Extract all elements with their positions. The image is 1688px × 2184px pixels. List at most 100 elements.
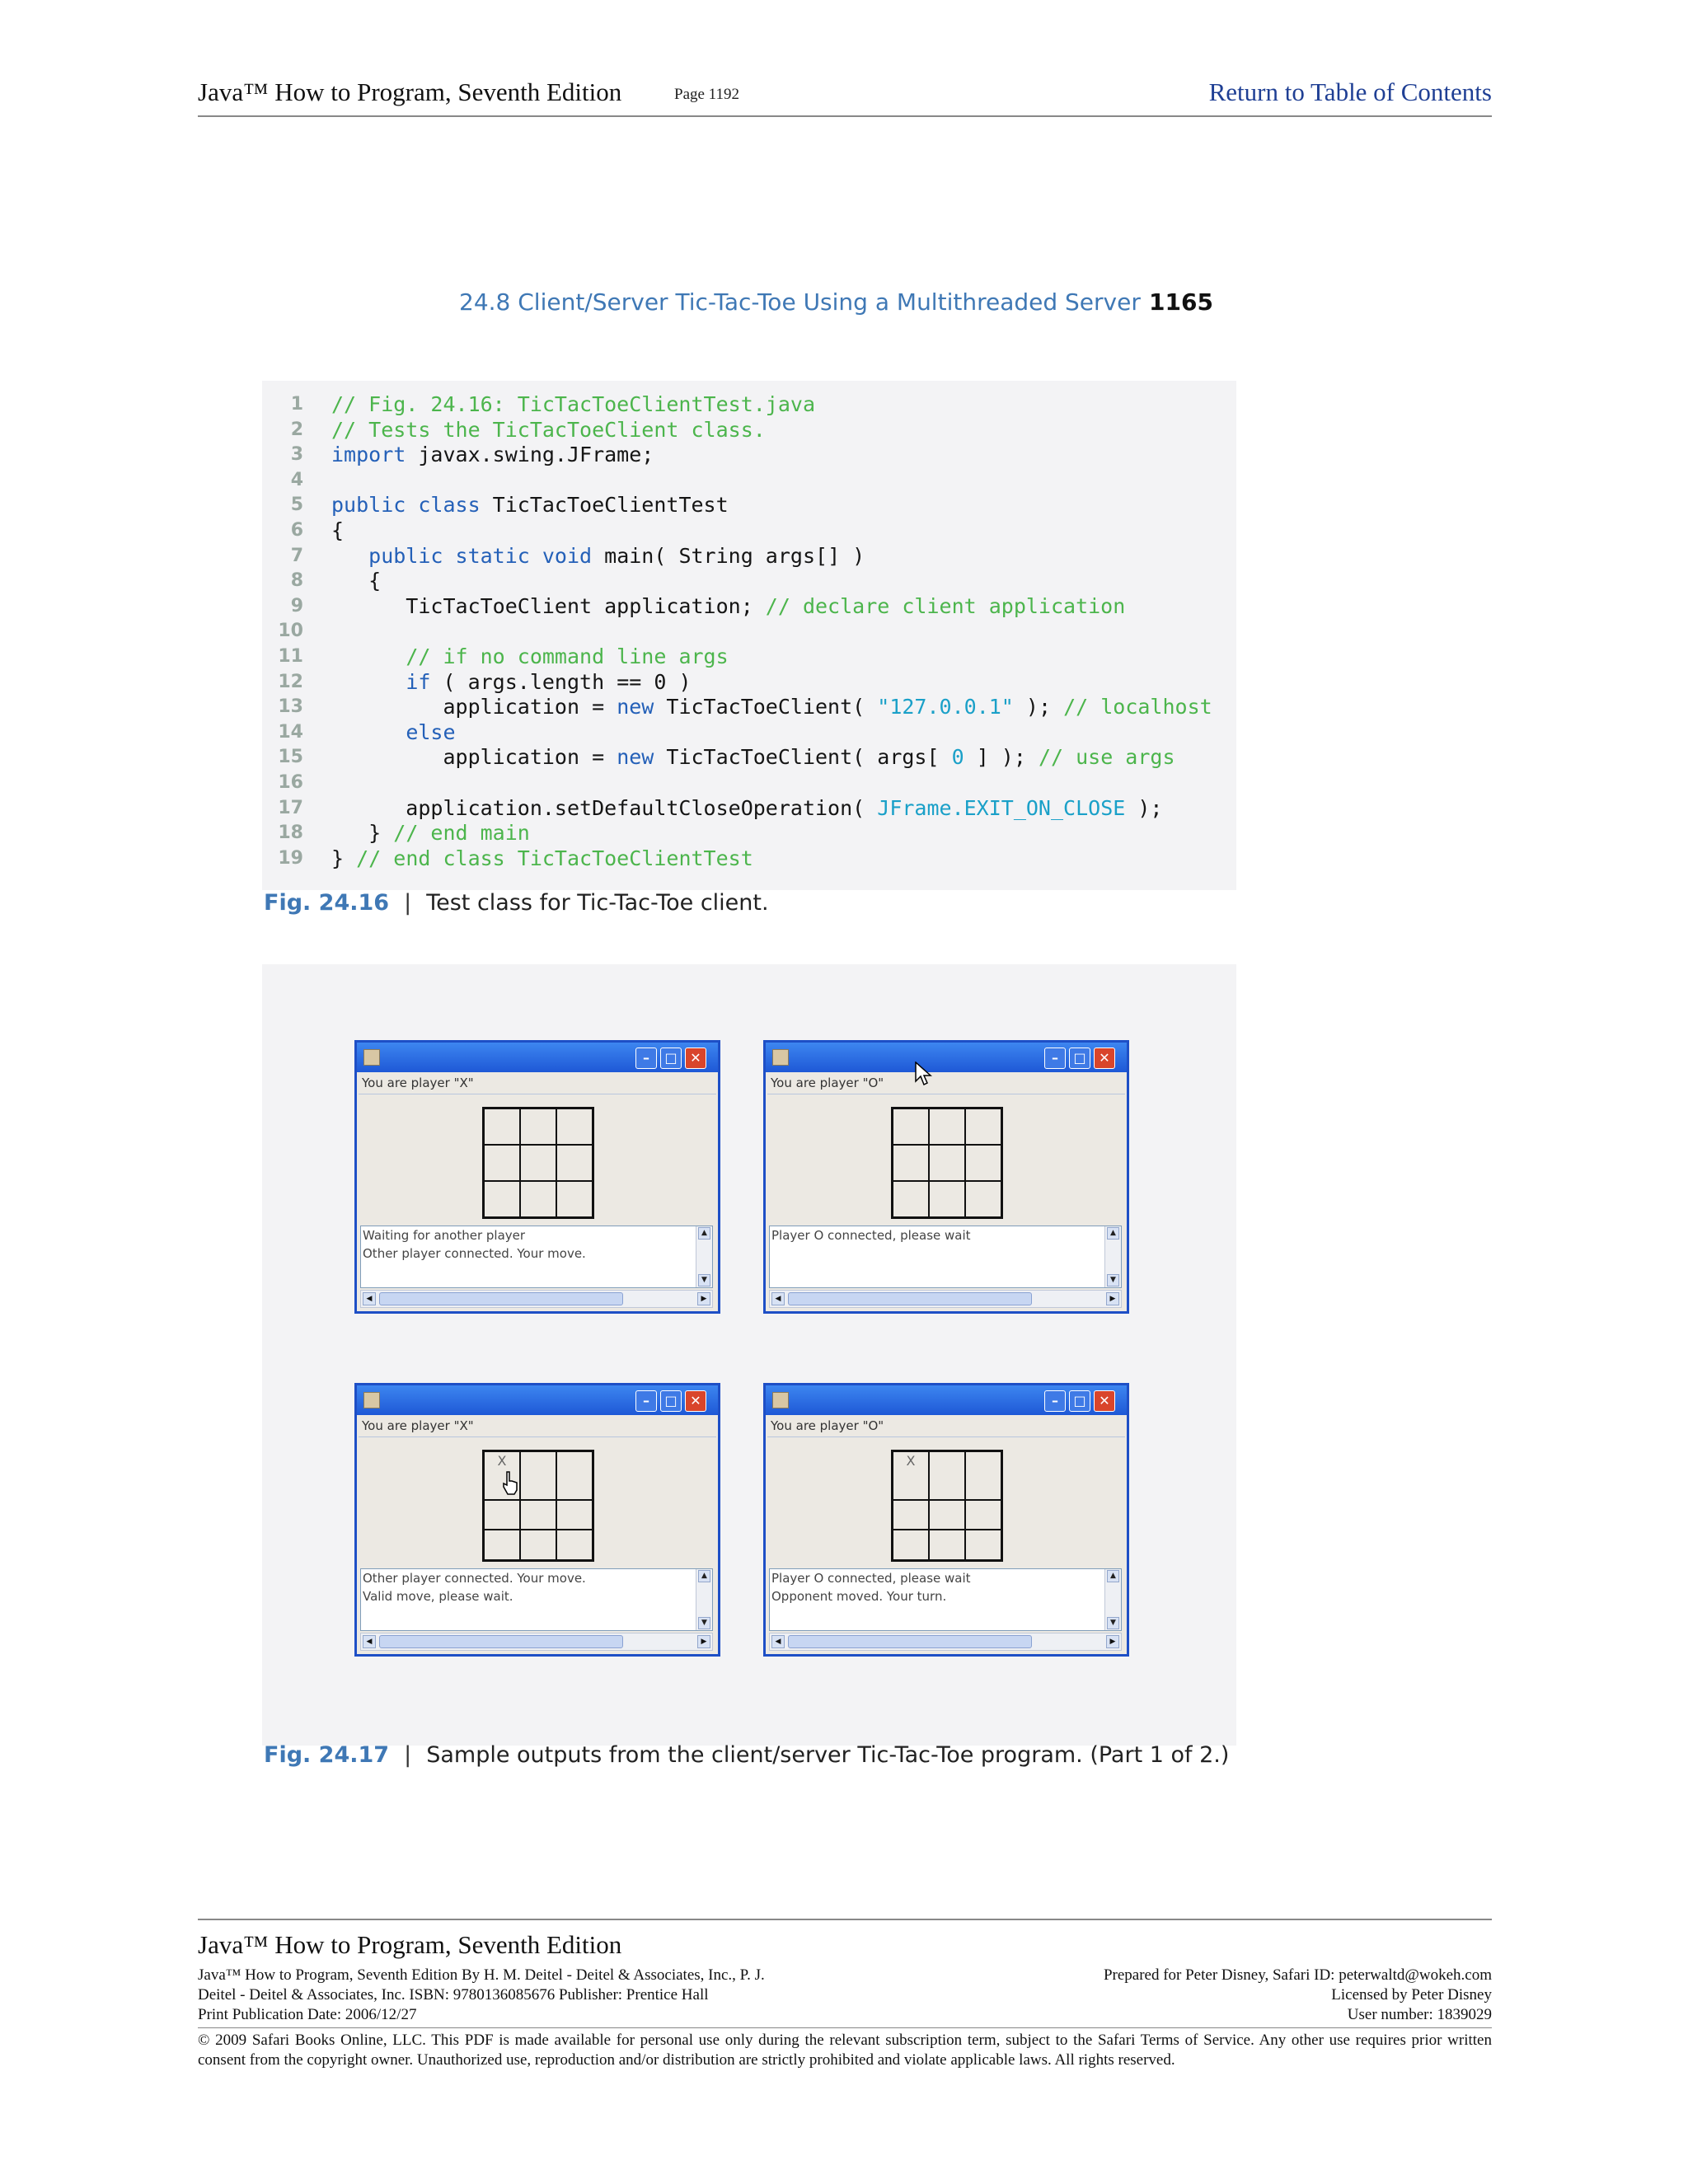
board-square[interactable] (556, 1451, 593, 1500)
page-indicator: Page 1192 (674, 86, 739, 103)
close-button[interactable]: ✕ (685, 1390, 706, 1412)
scroll-right-icon[interactable]: ▶ (697, 1635, 710, 1648)
horizontal-scrollbar[interactable]: ◀ ▶ (360, 1633, 713, 1651)
scroll-right-icon[interactable]: ▶ (697, 1292, 710, 1305)
message-text-area[interactable]: ▲ ▼ Player O connected, please wait (769, 1226, 1122, 1288)
vertical-scrollbar[interactable]: ▲ ▼ (696, 1569, 712, 1630)
board-square[interactable] (520, 1530, 556, 1560)
vertical-scrollbar[interactable]: ▲ ▼ (1104, 1569, 1121, 1630)
horizontal-scrollbar[interactable]: ◀ ▶ (769, 1633, 1122, 1651)
board-square[interactable] (929, 1108, 965, 1145)
board-square[interactable] (484, 1145, 520, 1181)
label-divider (359, 1436, 716, 1437)
line-number: 11 (278, 646, 303, 667)
board-square[interactable]: X (893, 1451, 929, 1500)
minimize-button[interactable]: – (635, 1047, 657, 1069)
board-square[interactable] (929, 1145, 965, 1181)
scroll-up-icon[interactable]: ▲ (698, 1570, 710, 1582)
message-text-area[interactable]: ▲ ▼ Other player connected. Your move. Vali… (360, 1568, 713, 1631)
window-titlebar[interactable]: – □ ✕ (766, 1385, 1127, 1415)
board-square[interactable] (520, 1499, 556, 1530)
board-square[interactable] (556, 1530, 593, 1560)
message-text-area[interactable]: ▲ ▼ Waiting for another player Other player… (360, 1226, 713, 1288)
minimize-button[interactable]: – (1044, 1390, 1066, 1412)
scrollbar-thumb[interactable] (788, 1635, 1032, 1648)
line-number: 18 (278, 823, 303, 844)
scroll-left-icon[interactable]: ◀ (363, 1292, 376, 1305)
scroll-down-icon[interactable]: ▼ (698, 1617, 710, 1629)
board-square[interactable] (484, 1530, 520, 1560)
window-titlebar[interactable]: – □ ✕ (357, 1043, 718, 1072)
board-square[interactable] (556, 1145, 593, 1181)
maximize-button[interactable]: □ (660, 1390, 682, 1412)
scroll-left-icon[interactable]: ◀ (771, 1292, 785, 1305)
board-square[interactable] (520, 1145, 556, 1181)
board-square[interactable] (556, 1108, 593, 1145)
scroll-down-icon[interactable]: ▼ (698, 1274, 710, 1286)
board-square[interactable] (484, 1499, 520, 1530)
board-square[interactable] (965, 1181, 1001, 1217)
board-square[interactable] (520, 1451, 556, 1500)
board-square[interactable] (484, 1181, 520, 1217)
horizontal-scrollbar[interactable]: ◀ ▶ (360, 1290, 713, 1308)
board-square[interactable] (965, 1530, 1001, 1560)
java-app-icon (772, 1049, 789, 1066)
minimize-button[interactable]: – (635, 1390, 657, 1412)
board-square[interactable] (965, 1499, 1001, 1530)
scroll-right-icon[interactable]: ▶ (1106, 1635, 1119, 1648)
board-square[interactable] (520, 1108, 556, 1145)
close-button[interactable]: ✕ (1094, 1047, 1115, 1069)
code-text: { (331, 569, 382, 593)
status-message: Player O connected, please wait (771, 1228, 971, 1243)
tictactoe-client-window: – □ ✕ You are player "X" ▲ ▼ Waiting for anoth… (354, 1040, 720, 1314)
board-square[interactable] (929, 1499, 965, 1530)
board-square[interactable] (893, 1108, 929, 1145)
scroll-left-icon[interactable]: ◀ (771, 1635, 785, 1648)
message-text-area[interactable]: ▲ ▼ Player O connected, please wait Opponen… (769, 1568, 1122, 1631)
line-number: 6 (290, 520, 303, 541)
tictactoe-client-window: – □ ✕ You are player "X" X ▲ ▼ Other player con… (354, 1383, 720, 1657)
scroll-up-icon[interactable]: ▲ (1107, 1227, 1119, 1240)
board-square[interactable] (929, 1451, 965, 1500)
horizontal-scrollbar[interactable]: ◀ ▶ (769, 1290, 1122, 1308)
board-square[interactable] (893, 1145, 929, 1181)
hand-pointer-icon (501, 1470, 519, 1495)
minimize-button[interactable]: – (1044, 1047, 1066, 1069)
close-button[interactable]: ✕ (685, 1047, 706, 1069)
maximize-button[interactable]: □ (1069, 1047, 1090, 1069)
maximize-button[interactable]: □ (1069, 1390, 1090, 1412)
scroll-down-icon[interactable]: ▼ (1107, 1617, 1119, 1629)
vertical-scrollbar[interactable]: ▲ ▼ (1104, 1226, 1121, 1287)
scroll-up-icon[interactable]: ▲ (698, 1227, 710, 1240)
window-titlebar[interactable]: – □ ✕ (357, 1385, 718, 1415)
board-square[interactable] (929, 1181, 965, 1217)
board-square[interactable] (965, 1145, 1001, 1181)
scroll-right-icon[interactable]: ▶ (1106, 1292, 1119, 1305)
board-square[interactable] (965, 1451, 1001, 1500)
board-square[interactable] (893, 1530, 929, 1560)
board-square[interactable] (893, 1499, 929, 1530)
scrollbar-thumb[interactable] (379, 1635, 623, 1648)
figure-label: Fig. 24.17 (264, 1742, 390, 1768)
label-divider (767, 1436, 1125, 1437)
scroll-down-icon[interactable]: ▼ (1107, 1274, 1119, 1286)
window-titlebar[interactable]: – □ ✕ (766, 1043, 1127, 1072)
scroll-up-icon[interactable]: ▲ (1107, 1570, 1119, 1582)
code-line: 7 public static void main( String args[]… (262, 544, 1236, 569)
board-square[interactable] (520, 1181, 556, 1217)
board-square[interactable] (556, 1181, 593, 1217)
caption-separator: | (404, 1742, 412, 1768)
board-square[interactable] (484, 1108, 520, 1145)
board-square[interactable] (556, 1499, 593, 1530)
scrollbar-thumb[interactable] (379, 1292, 623, 1305)
board-square[interactable] (893, 1181, 929, 1217)
board-square[interactable] (929, 1530, 965, 1560)
close-button[interactable]: ✕ (1094, 1390, 1115, 1412)
scroll-left-icon[interactable]: ◀ (363, 1635, 376, 1648)
maximize-button[interactable]: □ (660, 1047, 682, 1069)
board-square[interactable] (965, 1108, 1001, 1145)
scrollbar-thumb[interactable] (788, 1292, 1032, 1305)
return-to-toc-link[interactable]: Return to Table of Contents (1209, 77, 1492, 107)
vertical-scrollbar[interactable]: ▲ ▼ (696, 1226, 712, 1287)
line-number: 13 (278, 696, 303, 718)
